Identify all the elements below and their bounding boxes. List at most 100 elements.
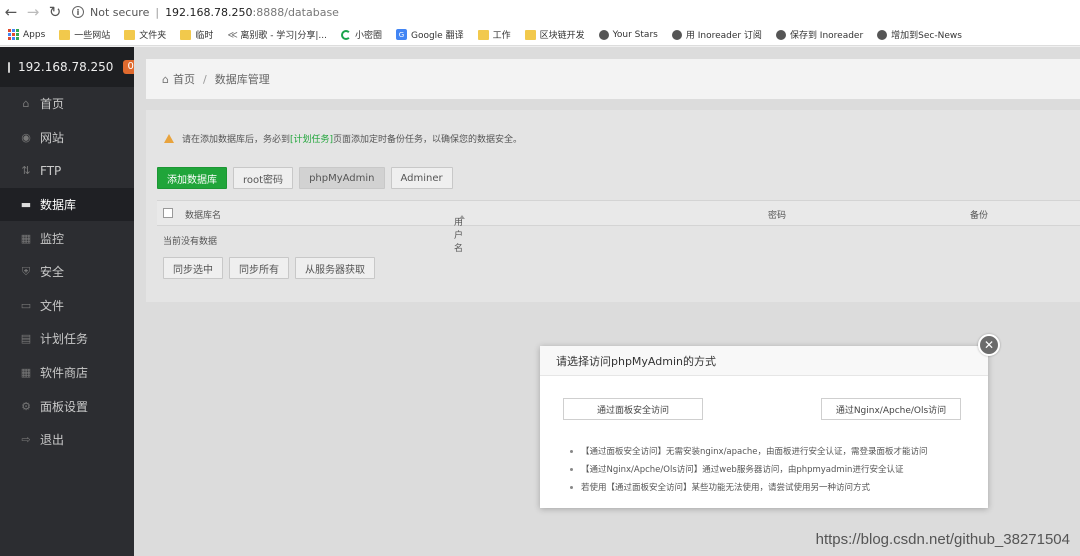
dialog-title: 请选择访问phpMyAdmin的方式: [540, 346, 988, 376]
sidebar-item-label: 安全: [40, 265, 65, 280]
gear-icon: ⚙: [21, 399, 31, 413]
sidebar-item-label: 首页: [40, 97, 65, 112]
sidebar-item-ftp[interactable]: ⇅ FTP: [0, 154, 134, 188]
bookmark-apps[interactable]: Apps: [8, 29, 45, 40]
bookmark-folder[interactable]: 一些网站: [59, 28, 110, 41]
add-database-button[interactable]: 添加数据库: [157, 167, 227, 189]
sidebar-item-settings[interactable]: ⚙ 面板设置: [0, 389, 134, 423]
bookmark-label: 小密圈: [354, 31, 382, 41]
bookmark-folder[interactable]: 临时: [180, 28, 213, 41]
logout-icon: ⇨: [21, 433, 31, 447]
breadcrumb-home[interactable]: 首页: [173, 71, 195, 87]
bookmark-label: 保存到 Inoreader: [789, 31, 864, 41]
sidebar-item-label: 软件商店: [40, 366, 89, 381]
translate-icon: G: [395, 29, 407, 40]
database-panel: 请在添加数据库后，务必到 [计划任务] 页面添加定时备份任务，以确保您的数据安全。 …: [146, 110, 1080, 302]
bookmark-label: 临时: [195, 31, 214, 41]
sync-all-button[interactable]: 同步所有: [229, 257, 289, 279]
phpmyadmin-button[interactable]: phpMyAdmin: [299, 167, 385, 189]
sidebar-item-files[interactable]: ▭ 文件: [0, 289, 134, 323]
globe-icon: [671, 29, 682, 40]
root-password-button[interactable]: root密码: [233, 167, 294, 189]
sync-selected-button[interactable]: 同步选中: [163, 257, 223, 279]
sidebar-item-database[interactable]: ▬ 数据库: [0, 187, 134, 222]
fetch-from-server-button[interactable]: 从服务器获取: [295, 257, 375, 279]
column-header-backup[interactable]: 备份: [970, 208, 988, 221]
sidebar-item-label: 面板设置: [40, 399, 89, 414]
url-host: 192.168.78.250: [165, 5, 253, 19]
breadcrumb: ⌂ 首页 / 数据库管理: [146, 59, 1080, 99]
tool-icon: ≪: [227, 29, 238, 41]
apps-icon: ▦: [20, 366, 32, 380]
bookmarks-bar: Apps 一些网站 文件夹 临时 ≪ 离别歌 - 学习|分享|... 小密圈 GG…: [0, 24, 1080, 46]
monitor-icon: ▦: [20, 231, 32, 245]
globe-icon: [877, 29, 888, 40]
watermark: https://blog.csdn.net/github_38271504: [815, 531, 1070, 548]
sidebar-item-monitor[interactable]: ▦ 监控: [0, 221, 134, 255]
bookmark-link[interactable]: 保存到 Inoreader: [775, 28, 864, 41]
scheduled-task-link[interactable]: [计划任务]: [290, 132, 333, 145]
bookmark-label: 离别歌 - 学习|分享|...: [240, 31, 327, 41]
sidebar-item-label: 网站: [40, 130, 65, 145]
column-header-dbname[interactable]: 数据库名: [185, 208, 221, 221]
bookmark-label: 工作: [492, 31, 511, 41]
note-text: 【通过Nginx/Apche/Ols访问】通过web服务器访问，由phpmyad…: [581, 465, 904, 475]
home-icon: ⌂: [22, 97, 30, 111]
bookmark-label: 区块链开发: [539, 31, 585, 41]
sidebar-item-logout[interactable]: ⇨ 退出: [0, 423, 134, 457]
bookmark-link[interactable]: ≪ 离别歌 - 学习|分享|...: [227, 28, 327, 42]
task-icon: ▤: [20, 332, 32, 346]
bookmark-link[interactable]: G Google 翻译: [395, 28, 464, 41]
adminer-button[interactable]: Adminer: [390, 167, 453, 189]
sidebar: 192.168.78.250 0 ⌂ 首页 ◉ 网站 ⇅ FTP ▬ 数据库 ▦ 监控 ⛨…: [0, 47, 138, 556]
folder-icon: [524, 29, 536, 40]
folder-icon: [59, 29, 71, 40]
sidebar-item-security[interactable]: ⛨ 安全: [0, 255, 134, 289]
bookmark-link[interactable]: 用 Inoreader 订阅: [671, 28, 762, 41]
bookmark-folder[interactable]: 工作: [477, 28, 511, 41]
bookmark-label: 用 Inoreader 订阅: [685, 31, 762, 41]
back-icon[interactable]: ←: [0, 1, 22, 23]
forward-icon[interactable]: →: [22, 1, 44, 23]
monitor-icon: [8, 61, 10, 73]
sidebar-item-label: 监控: [40, 231, 65, 246]
list-item: 【通过面板安全访问】无需安装nginx/apache，由面板进行安全认证，需登录…: [570, 442, 928, 460]
column-header-password[interactable]: 密码: [768, 208, 786, 221]
select-all-checkbox[interactable]: [163, 208, 173, 218]
reload-icon[interactable]: ↻: [44, 1, 66, 23]
url-path: :8888/database: [252, 5, 339, 19]
folder-icon: [477, 29, 489, 40]
browser-address-bar: ← → ↻ i Not secure | 192.168.78.250:8888…: [0, 0, 1080, 24]
panel-access-button[interactable]: 通过面板安全访问: [563, 398, 703, 420]
sidebar-item-tasks[interactable]: ▤ 计划任务: [0, 322, 134, 356]
bookmark-folder[interactable]: 文件夹: [124, 28, 166, 41]
sidebar-item-store[interactable]: ▦ 软件商店: [0, 356, 134, 390]
folder-icon: [124, 29, 136, 40]
ring-icon: [340, 29, 351, 40]
empty-table-message: 当前没有数据: [163, 237, 218, 247]
bookmark-folder[interactable]: 区块链开发: [524, 28, 585, 41]
warning-icon: [164, 134, 174, 143]
info-icon[interactable]: i: [72, 6, 84, 18]
sidebar-item-home[interactable]: ⌂ 首页: [0, 87, 134, 121]
bookmark-link[interactable]: 小密圈: [340, 28, 382, 41]
url-field[interactable]: i Not secure | 192.168.78.250:8888/datab…: [72, 6, 339, 19]
server-host: 192.168.78.250: [18, 60, 114, 74]
bookmark-link[interactable]: 增加到Sec-News: [877, 28, 962, 41]
bookmark-label: Apps: [23, 29, 46, 40]
sidebar-item-website[interactable]: ◉ 网站: [0, 121, 134, 155]
sidebar-nav: ⌂ 首页 ◉ 网站 ⇅ FTP ▬ 数据库 ▦ 监控 ⛨ 安全 ▭ 文件 ▤ 计划任务 ▦ 软件商…: [0, 87, 134, 457]
webserver-access-button[interactable]: 通过Nginx/Apche/Ols访问: [821, 398, 961, 420]
bookmark-link[interactable]: Your Stars: [598, 29, 658, 40]
github-icon: [598, 29, 609, 40]
database-icon: ▬: [20, 198, 32, 212]
folder-icon: [180, 29, 192, 40]
bookmark-label: Google 翻译: [410, 31, 464, 41]
close-icon[interactable]: ✕: [978, 334, 1000, 356]
database-toolbar: 添加数据库 root密码 phpMyAdmin Adminer: [157, 167, 459, 189]
sidebar-item-label: 退出: [40, 433, 65, 448]
security-label: Not secure: [90, 5, 150, 19]
server-header: 192.168.78.250 0: [0, 47, 138, 87]
breadcrumb-separator: /: [202, 72, 207, 86]
sidebar-item-label: 计划任务: [40, 332, 89, 347]
